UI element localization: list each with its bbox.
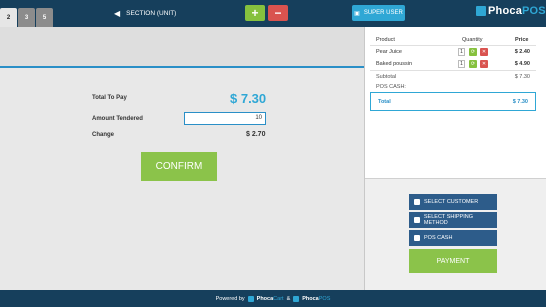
product-header: Product	[376, 37, 395, 43]
confirm-button[interactable]: CONFIRM	[141, 152, 217, 181]
select-customer-button[interactable]: SELECT CUSTOMER	[409, 194, 497, 210]
header-separator	[370, 45, 536, 46]
footer: Powered by PhocaCart & PhocaPOS	[0, 290, 546, 307]
cart-icon	[476, 6, 486, 16]
remove-ticket-button[interactable]: −	[268, 5, 288, 21]
phocacart-logo: PhocaCart	[257, 296, 284, 302]
cart-item-price: $ 2.40	[514, 49, 530, 55]
tab-2[interactable]: 2	[0, 8, 17, 27]
logo-pos: POS	[522, 5, 546, 17]
user-icon: ▣	[354, 10, 360, 17]
phocapos-b: POS	[318, 295, 331, 302]
select-shipping-label: SELECT SHIPPING METHOD	[423, 214, 473, 226]
pos-cash-button-label: POS CASH	[424, 235, 453, 241]
payment-button[interactable]: PAYMENT	[409, 249, 497, 273]
powered-by-label: Powered by	[215, 295, 245, 302]
tab-5[interactable]: 5	[36, 8, 53, 27]
footer-amp: &	[286, 295, 291, 302]
amount-tendered-input[interactable]: 10	[184, 112, 266, 125]
amount-tendered-label: Amount Tendered	[92, 116, 143, 122]
items-separator	[370, 70, 536, 71]
subtotal-value: $ 7.30	[514, 74, 530, 80]
cart-total-value: $ 7.30	[512, 99, 528, 105]
delete-icon[interactable]: ✕	[480, 60, 488, 68]
total-to-pay-label: Total To Pay	[92, 95, 127, 101]
refresh-icon[interactable]: ⟳	[469, 48, 477, 56]
tab-3[interactable]: 3	[18, 8, 35, 27]
pos-cash-label: POS CASH:	[376, 84, 406, 90]
cart-item-name: Baked poussin	[376, 61, 413, 67]
arrow-left-icon: ◀	[114, 8, 121, 18]
phocapos-footer-logo: PhocaPOS	[302, 296, 330, 302]
total-to-pay-value: $ 7.30	[230, 91, 267, 106]
delete-icon[interactable]: ✕	[480, 48, 488, 56]
quantity-header: Quantity	[462, 37, 483, 43]
phocapos-logo: PhocaPOS	[476, 5, 546, 17]
quantity-input[interactable]: 1	[458, 48, 465, 56]
change-value: $ 2.70	[246, 131, 266, 138]
section-label: SECTION (UNIT)	[126, 9, 177, 17]
pos-cash-button[interactable]: POS CASH	[409, 230, 497, 246]
phocapos-icon	[293, 295, 300, 302]
price-header: Price	[515, 37, 529, 43]
shipping-icon	[414, 217, 420, 223]
phocacart-b: Cart	[273, 295, 284, 302]
cash-icon	[414, 235, 420, 241]
subtotal-label: Subtotal	[376, 74, 397, 80]
quantity-input[interactable]: 1	[458, 60, 465, 68]
user-icon	[414, 199, 420, 205]
left-header-area	[0, 27, 364, 67]
logo-phoca: Phoca	[488, 5, 523, 17]
user-label: SUPER USER	[363, 10, 403, 16]
section-back-button[interactable]: ◀ SECTION (UNIT)	[114, 5, 176, 21]
select-customer-label: SELECT CUSTOMER	[424, 199, 479, 205]
select-shipping-button[interactable]: SELECT SHIPPING METHOD	[409, 212, 497, 228]
user-button[interactable]: ▣ SUPER USER	[352, 5, 405, 21]
cart-item-name: Pear Juice	[376, 49, 402, 55]
phocacart-a: Phoca	[256, 295, 274, 302]
cart-total-box: Total $ 7.30	[370, 92, 536, 111]
change-label: Change	[92, 132, 115, 138]
add-ticket-button[interactable]: +	[245, 5, 265, 21]
ticket-tabs: 2 3 5	[0, 8, 53, 27]
phocacart-icon	[247, 295, 254, 302]
cart-item-price: $ 4.90	[514, 61, 530, 67]
refresh-icon[interactable]: ⟳	[469, 60, 477, 68]
phocapos-a: Phoca	[302, 295, 319, 302]
cart-total-label: Total	[378, 99, 391, 105]
